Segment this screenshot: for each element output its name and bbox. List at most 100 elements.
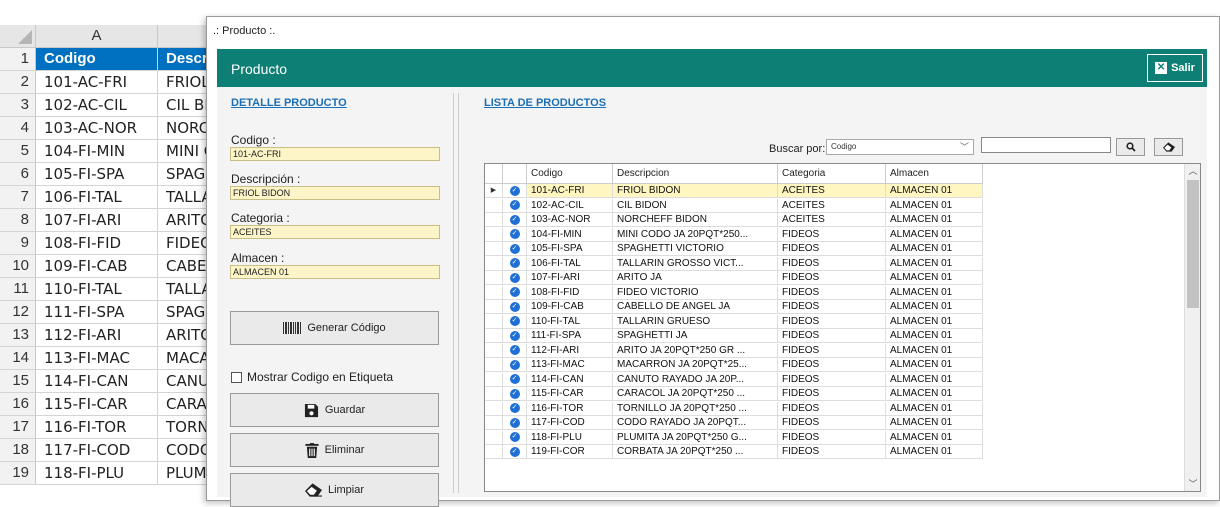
cell-almacen[interactable]: ALMACEN 01 [886,213,983,227]
excel-cell-descripcion[interactable]: FRIOL [158,71,210,94]
cell-descripcion[interactable]: ARITO JA 20PQT*250 GR ... [613,343,778,358]
cell-codigo[interactable]: 108-FI-FID [527,285,613,300]
cell-categoria[interactable]: FIDEOS [778,416,886,430]
cell-almacen[interactable]: ALMACEN 01 [886,445,983,459]
guardar-button[interactable]: Guardar [230,393,439,427]
cell-descripcion[interactable]: FIDEO VICTORIO [613,285,778,300]
row-selector[interactable] [485,314,503,329]
excel-cell-codigo[interactable]: 110-FI-TAL [36,278,158,301]
cell-codigo[interactable]: 114-FI-CAN [527,372,613,387]
row-selector[interactable] [485,372,503,387]
cell-codigo[interactable]: 107-FI-ARI [527,271,613,285]
scrollbar-thumb[interactable] [1187,180,1199,308]
excel-cell-descripcion[interactable]: CODO [158,439,210,462]
excel-cell-codigo[interactable]: 102-AC-CIL [36,94,158,117]
excel-cell-descripcion[interactable]: CANUT [158,370,210,393]
cell-categoria[interactable]: FIDEOS [778,358,886,372]
row-selector[interactable] [485,213,503,227]
excel-cell-descripcion[interactable]: PLUM [158,462,210,485]
excel-cell-codigo[interactable]: 103-AC-NOR [36,117,158,140]
cell-almacen[interactable]: ALMACEN 01 [886,358,983,372]
cell-descripcion[interactable]: MINI CODO JA 20PQT*250... [613,227,778,242]
excel-row-number[interactable]: 15 [0,370,36,393]
row-selector[interactable] [485,445,503,459]
cell-categoria[interactable]: FIDEOS [778,285,886,300]
cell-categoria[interactable]: FIDEOS [778,372,886,387]
excel-row-number[interactable]: 4 [0,117,36,140]
excel-row-number[interactable]: 7 [0,186,36,209]
scroll-down-icon[interactable]: ﹀ [1185,477,1200,491]
cell-categoria[interactable]: FIDEOS [778,271,886,285]
row-check[interactable]: ✓ [503,285,527,300]
cell-categoria[interactable]: ACEITES [778,198,886,213]
row-selector[interactable] [485,416,503,430]
excel-row-number[interactable]: 6 [0,163,36,186]
cell-categoria[interactable]: ACEITES [778,213,886,227]
row-selector[interactable] [485,358,503,372]
cell-descripcion[interactable]: TALLARIN GRUESO [613,314,778,329]
codigo-field[interactable]: 101-AC-FRI [230,147,440,161]
productos-grid[interactable]: Codigo Descripcion Categoria Almacen ▶ ✓ 1… [484,163,1201,492]
row-selector[interactable] [485,285,503,300]
cell-descripcion[interactable]: FRIOL BIDON [613,184,778,198]
cell-almacen[interactable]: ALMACEN 01 [886,430,983,445]
cell-codigo[interactable]: 109-FI-CAB [527,300,613,314]
cell-codigo[interactable]: 102-AC-CIL [527,198,613,213]
excel-row-number[interactable]: 11 [0,278,36,301]
cell-codigo[interactable]: 101-AC-FRI [527,184,613,198]
excel-cell-codigo[interactable]: 111-FI-SPA [36,301,158,324]
row-check[interactable]: ✓ [503,430,527,445]
cell-almacen[interactable]: ALMACEN 01 [886,256,983,271]
cell-descripcion[interactable]: TALLARIN GROSSO VICT... [613,256,778,271]
excel-row-number[interactable]: 17 [0,416,36,439]
cell-almacen[interactable]: ALMACEN 01 [886,285,983,300]
row-check[interactable]: ✓ [503,329,527,343]
row-selector[interactable] [485,401,503,416]
row-check[interactable]: ✓ [503,271,527,285]
cell-codigo[interactable]: 118-FI-PLU [527,430,613,445]
excel-cell-codigo[interactable]: 101-AC-FRI [36,71,158,94]
excel-cell-descripcion[interactable]: SPAGH [158,163,210,186]
excel-row-number[interactable]: 9 [0,232,36,255]
excel-row-number[interactable]: 2 [0,71,36,94]
excel-cell-codigo[interactable]: 117-FI-COD [36,439,158,462]
cell-almacen[interactable]: ALMACEN 01 [886,329,983,343]
row-check[interactable]: ✓ [503,300,527,314]
salir-button[interactable]: ✕ Salir [1147,54,1203,82]
cell-descripcion[interactable]: PLUMITA JA 20PQT*250 G... [613,430,778,445]
excel-cell-descripcion[interactable]: CARAC [158,393,210,416]
cell-almacen[interactable]: ALMACEN 01 [886,372,983,387]
cell-descripcion[interactable]: MACARRON JA 20PQT*25... [613,358,778,372]
col-header-almacen[interactable]: Almacen [886,164,983,184]
row-check[interactable]: ✓ [503,372,527,387]
excel-cell-descripcion[interactable]: NORCH [158,117,210,140]
excel-cell-codigo[interactable]: 112-FI-ARI [36,324,158,347]
row-check[interactable]: ✓ [503,184,527,198]
cell-categoria[interactable]: FIDEOS [778,430,886,445]
eliminar-button[interactable]: Eliminar [230,433,439,467]
row-check[interactable]: ✓ [503,401,527,416]
clear-search-button[interactable] [1154,138,1183,156]
almacen-field[interactable]: ALMACEN 01 [230,265,440,279]
row-selector[interactable] [485,227,503,242]
cell-codigo[interactable]: 116-FI-TOR [527,401,613,416]
cell-almacen[interactable]: ALMACEN 01 [886,198,983,213]
row-selector[interactable] [485,387,503,401]
cell-descripcion[interactable]: SPAGHETTI VICTORIO [613,242,778,256]
row-selector[interactable] [485,343,503,358]
excel-cell-codigo[interactable]: 118-FI-PLU [36,462,158,485]
excel-cell-codigo[interactable]: 115-FI-CAR [36,393,158,416]
cell-almacen[interactable]: ALMACEN 01 [886,242,983,256]
scroll-up-icon[interactable]: ︿ [1185,164,1200,178]
cell-codigo[interactable]: 104-FI-MIN [527,227,613,242]
excel-row-number[interactable]: 16 [0,393,36,416]
excel-row-number[interactable]: 5 [0,140,36,163]
cell-descripcion[interactable]: SPAGHETTI JA [613,329,778,343]
cell-almacen[interactable]: ALMACEN 01 [886,227,983,242]
row-check[interactable]: ✓ [503,314,527,329]
categoria-field[interactable]: ACEITES [230,225,440,239]
cell-almacen[interactable]: ALMACEN 01 [886,271,983,285]
search-button[interactable] [1116,138,1145,156]
row-check[interactable]: ✓ [503,242,527,256]
cell-categoria[interactable]: FIDEOS [778,242,886,256]
